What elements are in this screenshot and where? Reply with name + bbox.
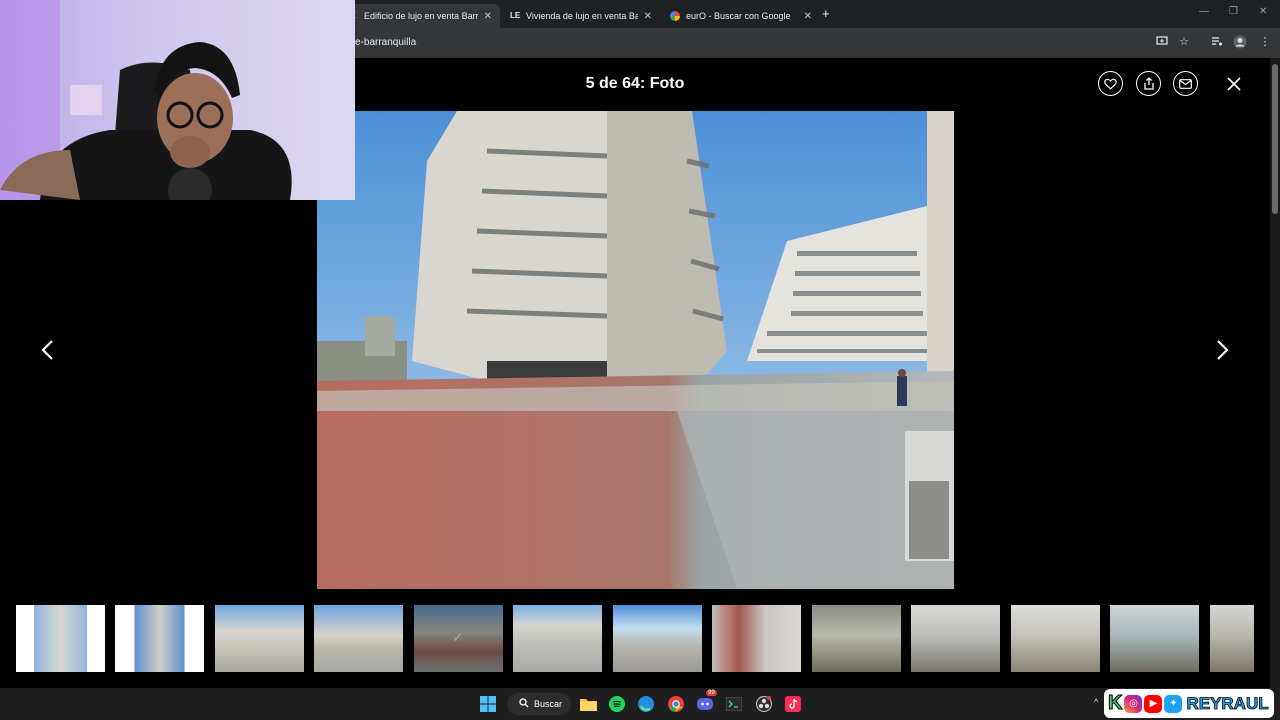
brand-name: REYRAUL bbox=[1186, 693, 1269, 713]
tiktok-icon[interactable] bbox=[783, 694, 803, 714]
install-app-icon[interactable] bbox=[1155, 35, 1169, 49]
tab-title: eurO - Buscar con Google bbox=[686, 11, 791, 21]
bookmark-star-icon[interactable]: ☆ bbox=[1177, 35, 1191, 49]
chevron-right-icon bbox=[1217, 340, 1229, 360]
new-tab-button[interactable]: + bbox=[822, 6, 830, 21]
media-control-icon[interactable] bbox=[1210, 35, 1224, 49]
edge-icon[interactable] bbox=[636, 694, 656, 714]
tab-title: Vivienda de lujo en venta Barranquilla bbox=[526, 11, 638, 21]
search-icon bbox=[519, 698, 529, 710]
windows-taskbar: Buscar 99 ^ bbox=[0, 688, 1280, 720]
close-gallery-button[interactable] bbox=[1225, 75, 1243, 93]
file-explorer-icon[interactable] bbox=[578, 694, 598, 714]
page-scrollbar[interactable] bbox=[1270, 58, 1280, 688]
taskbar-search[interactable]: Buscar bbox=[507, 693, 571, 715]
thumbnail[interactable] bbox=[812, 605, 901, 672]
tab-edificio[interactable]: E Edificio de lujo en venta Barranquilla… bbox=[340, 4, 500, 28]
profile-avatar-icon[interactable] bbox=[1233, 35, 1247, 49]
email-icon bbox=[1179, 78, 1192, 89]
share-button[interactable] bbox=[1136, 71, 1161, 96]
tab-close-icon[interactable]: ✕ bbox=[644, 11, 652, 22]
thumbnail[interactable] bbox=[712, 605, 801, 672]
discord-badge: 99 bbox=[706, 690, 717, 696]
minimize-icon[interactable]: — bbox=[1199, 6, 1209, 17]
tray-chevron-up-icon[interactable]: ^ bbox=[1094, 697, 1098, 707]
instagram-icon: ◎ bbox=[1124, 694, 1143, 713]
webcam-overlay bbox=[0, 0, 355, 200]
photo-counter: 5 de 64: Foto bbox=[585, 75, 685, 92]
main-photo[interactable] bbox=[317, 111, 954, 589]
discord-icon[interactable]: 99 bbox=[695, 690, 717, 714]
url-text[interactable]: e-barranquilla bbox=[355, 37, 416, 48]
brand-k-logo: K bbox=[1107, 692, 1123, 715]
scrollbar-thumb[interactable] bbox=[1272, 64, 1278, 214]
thumbnail[interactable] bbox=[1110, 605, 1199, 672]
twitter-icon: ✦ bbox=[1164, 694, 1183, 713]
spotify-icon[interactable] bbox=[607, 694, 627, 714]
tab-google-search[interactable]: eurO - Buscar con Google ✕ bbox=[662, 4, 820, 28]
thumbnail-strip: ✓ bbox=[16, 605, 1254, 672]
obs-icon[interactable] bbox=[754, 694, 774, 714]
tab-close-icon[interactable]: ✕ bbox=[804, 11, 812, 22]
thumbnail[interactable] bbox=[613, 605, 702, 672]
thumbnail[interactable] bbox=[911, 605, 1000, 672]
tab-favicon: LE bbox=[510, 11, 521, 20]
more-menu-icon[interactable]: ⋮ bbox=[1258, 35, 1272, 49]
tab-close-icon[interactable]: ✕ bbox=[484, 11, 492, 22]
terminal-icon[interactable] bbox=[724, 694, 744, 714]
next-photo-button[interactable] bbox=[1212, 338, 1232, 362]
tab-title: Edificio de lujo en venta Barranquilla bbox=[364, 11, 478, 21]
thumbnail[interactable] bbox=[115, 605, 204, 672]
check-icon: ✓ bbox=[452, 629, 464, 645]
share-icon bbox=[1143, 77, 1154, 90]
thumbnail-selected[interactable]: ✓ bbox=[414, 605, 503, 672]
thumbnail[interactable] bbox=[16, 605, 105, 672]
previous-photo-button[interactable] bbox=[38, 338, 58, 362]
search-label: Buscar bbox=[534, 699, 563, 709]
favorite-button[interactable] bbox=[1098, 71, 1123, 96]
streamer-social-banner: K ◎ ▶ ✦ REYRAUL bbox=[1104, 689, 1274, 718]
thumbnail[interactable] bbox=[1011, 605, 1100, 672]
close-icon bbox=[1227, 77, 1241, 91]
youtube-icon: ▶ bbox=[1144, 694, 1163, 713]
thumbnail[interactable] bbox=[215, 605, 304, 672]
restore-icon[interactable]: ❐ bbox=[1229, 6, 1238, 17]
google-icon bbox=[670, 11, 680, 21]
email-button[interactable] bbox=[1173, 71, 1198, 96]
chrome-icon[interactable] bbox=[666, 694, 686, 714]
chevron-left-icon bbox=[41, 340, 53, 360]
thumbnail[interactable] bbox=[314, 605, 403, 672]
heart-icon bbox=[1104, 78, 1117, 90]
thumbnail[interactable] bbox=[1210, 605, 1254, 672]
start-icon[interactable] bbox=[478, 694, 498, 714]
window-close-icon[interactable]: ✕ bbox=[1259, 6, 1267, 17]
thumbnail[interactable] bbox=[513, 605, 602, 672]
tab-vivienda[interactable]: LE Vivienda de lujo en venta Barranquill… bbox=[502, 4, 660, 28]
